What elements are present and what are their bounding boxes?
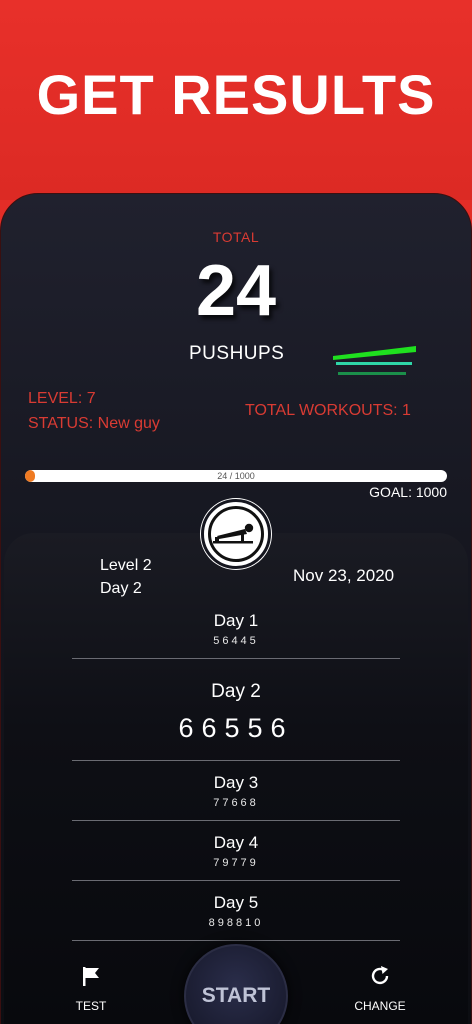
status-stat: STATUS: New guy: [28, 415, 160, 432]
day-name: Day 1: [213, 611, 259, 630]
change-label: CHANGE: [354, 999, 406, 1013]
day-list-item[interactable]: Day 1 56445: [72, 611, 400, 647]
day-name: Day 5: [213, 893, 259, 912]
total-workouts-stat: TOTAL WORKOUTS: 1: [245, 402, 411, 419]
day-reps: 66556: [178, 713, 294, 743]
divider: [72, 658, 400, 659]
current-level: Level 2: [100, 557, 152, 574]
day-name: Day 4: [213, 833, 259, 852]
day-reps: 56445: [213, 635, 259, 647]
promo-banner: GET RESULTS: [0, 0, 472, 200]
refresh-icon: [371, 966, 389, 985]
day-reps: 898810: [208, 917, 264, 929]
change-button[interactable]: CHANGE: [350, 965, 410, 1013]
divider: [72, 760, 400, 761]
day-list-item[interactable]: Day 5 898810: [72, 893, 400, 929]
avatar-ring: [208, 506, 264, 562]
test-label: TEST: [75, 999, 107, 1013]
pushup-figure-icon: [213, 523, 254, 544]
flag-icon: [83, 967, 99, 986]
day-name: Day 2: [211, 681, 261, 702]
level-stat: LEVEL: 7: [28, 390, 96, 407]
workout-date: Nov 23, 2020: [293, 566, 395, 585]
current-day: Day 2: [100, 580, 142, 597]
day-list-item-current[interactable]: Day 2 66556: [72, 681, 400, 744]
total-value: 24: [195, 251, 277, 331]
pushup-avatar: [201, 499, 271, 569]
current-level-day: Level 2 Day 2: [100, 554, 152, 600]
total-label: TOTAL: [212, 229, 260, 245]
goal-progress-text: 24 / 1000: [217, 471, 255, 481]
day-list-item[interactable]: Day 3 77668: [72, 773, 400, 809]
day-reps: 79779: [213, 857, 259, 869]
day-reps: 77668: [213, 797, 259, 809]
goal-label: GOAL: 1000: [369, 484, 447, 500]
divider: [72, 820, 400, 821]
unit-label: PUSHUPS: [189, 343, 285, 364]
divider: [72, 940, 400, 941]
day-name: Day 3: [213, 773, 259, 792]
progress-sparkline-icon: [333, 346, 416, 375]
divider: [72, 880, 400, 881]
banner-title: GET RESULTS: [36, 63, 436, 126]
start-label: START: [201, 984, 271, 1007]
test-button[interactable]: TEST: [66, 965, 116, 1013]
day-list-item[interactable]: Day 4 79779: [72, 833, 400, 869]
